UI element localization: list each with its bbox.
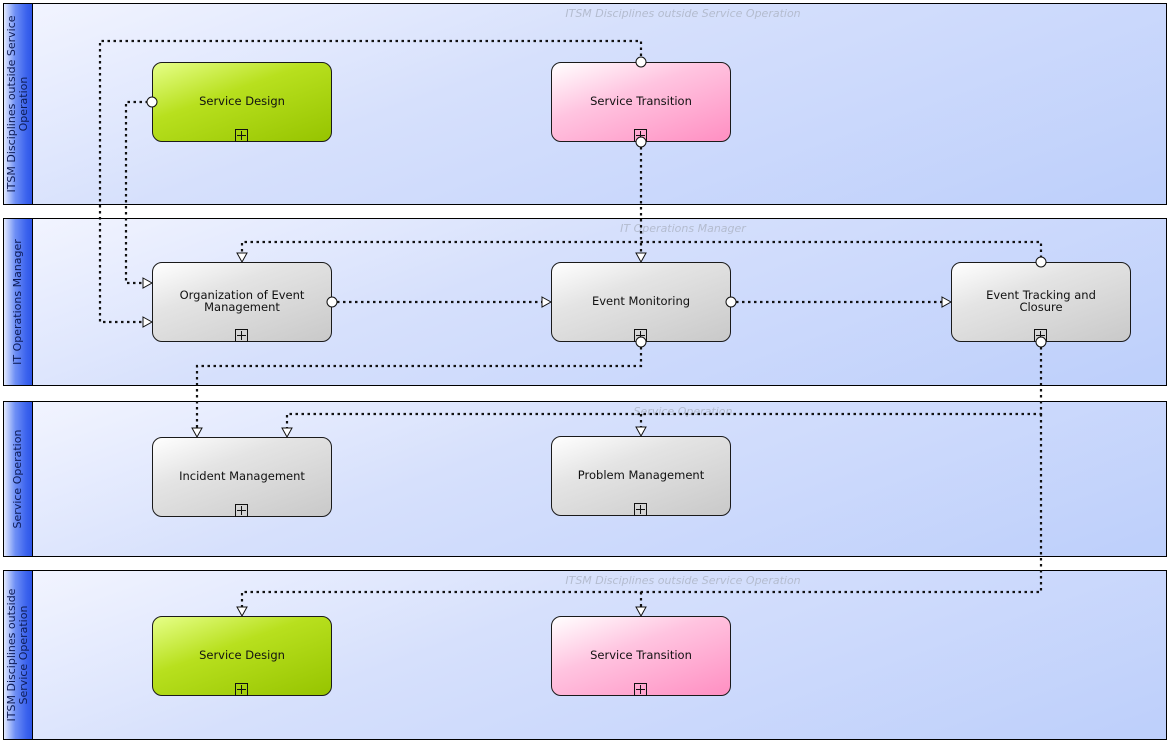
lane-label: Service Operation bbox=[4, 402, 33, 556]
task-label: Service Transition bbox=[590, 94, 692, 108]
lane-label: ITSM Disciplines outside Service Operati… bbox=[4, 571, 33, 739]
task-service-design-top[interactable]: Service Design bbox=[152, 62, 332, 142]
lane-watermark: ITSM Disciplines outside Service Operati… bbox=[565, 7, 801, 20]
task-label: Incident Management bbox=[179, 469, 305, 483]
lane-watermark: Service Operation bbox=[633, 405, 733, 418]
task-label: Service Transition bbox=[590, 648, 692, 662]
lane-label: ITSM Disciplines outside Service Operati… bbox=[4, 4, 33, 204]
expand-subprocess-icon[interactable] bbox=[235, 683, 248, 696]
expand-subprocess-icon[interactable] bbox=[634, 683, 647, 696]
task-service-transition-bottom[interactable]: Service Transition bbox=[551, 616, 731, 696]
lane-title: ITSM Disciplines outside Service Operati… bbox=[5, 15, 30, 193]
expand-subprocess-icon[interactable] bbox=[235, 504, 248, 517]
task-incident-management[interactable]: Incident Management bbox=[152, 437, 332, 517]
lane-label: IT Operations Manager bbox=[4, 219, 33, 385]
expand-subprocess-icon[interactable] bbox=[235, 129, 248, 142]
expand-subprocess-icon[interactable] bbox=[235, 329, 248, 342]
task-label: Event Tracking and Closure bbox=[986, 288, 1096, 314]
lane-watermark: IT Operations Manager bbox=[620, 222, 746, 235]
expand-subprocess-icon[interactable] bbox=[634, 503, 647, 516]
task-label: Organization of Event Management bbox=[179, 288, 305, 314]
task-label: Service Design bbox=[199, 648, 285, 662]
expand-subprocess-icon[interactable] bbox=[634, 129, 647, 142]
expand-subprocess-icon[interactable] bbox=[634, 329, 647, 342]
lane-title: IT Operations Manager bbox=[11, 239, 24, 365]
lane-title: ITSM Disciplines outside Service Operati… bbox=[5, 588, 30, 722]
task-service-transition-top[interactable]: Service Transition bbox=[551, 62, 731, 142]
expand-subprocess-icon[interactable] bbox=[1034, 329, 1047, 342]
task-label: Problem Management bbox=[577, 468, 705, 482]
lane-watermark: ITSM Disciplines outside Service Operati… bbox=[565, 574, 801, 587]
task-event-tracking-closure[interactable]: Event Tracking and Closure bbox=[951, 262, 1131, 342]
task-service-design-bottom[interactable]: Service Design bbox=[152, 616, 332, 696]
task-label: Event Monitoring bbox=[591, 294, 691, 308]
task-organization-event-management[interactable]: Organization of Event Management bbox=[152, 262, 332, 342]
task-problem-management[interactable]: Problem Management bbox=[551, 436, 731, 516]
lane-title: Service Operation bbox=[11, 429, 24, 529]
task-label: Service Design bbox=[199, 94, 285, 108]
task-event-monitoring[interactable]: Event Monitoring bbox=[551, 262, 731, 342]
